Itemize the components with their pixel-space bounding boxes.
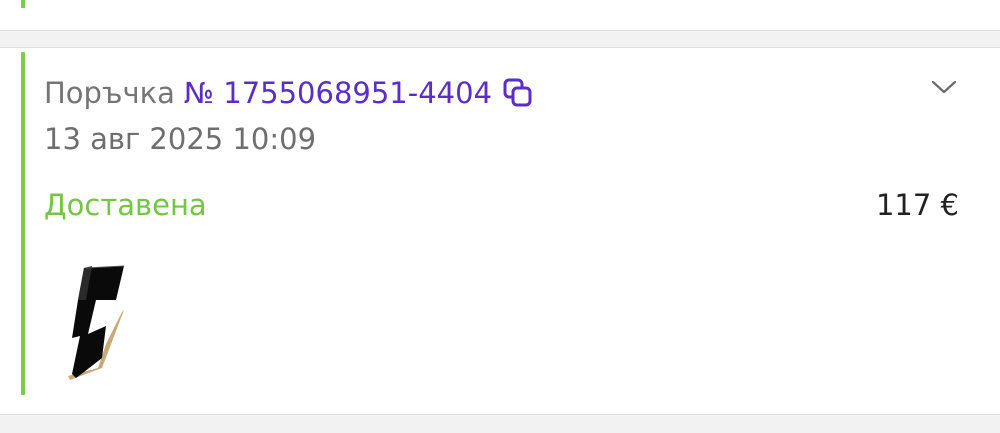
order-total: 117 € bbox=[875, 188, 959, 222]
previous-order-card[interactable] bbox=[0, 0, 1000, 31]
order-header: Поръчка № 1755068951-4404 bbox=[44, 74, 534, 112]
order-number: № 1755068951-4404 bbox=[183, 76, 493, 110]
order-card[interactable]: Поръчка № 1755068951-4404 13 авг 2025 10… bbox=[0, 47, 1000, 415]
status-badge: Доставена bbox=[44, 188, 207, 222]
orders-page: Поръчка № 1755068951-4404 13 авг 2025 10… bbox=[0, 0, 1000, 433]
status-accent-bar bbox=[21, 52, 25, 395]
chevron-down-icon[interactable] bbox=[929, 76, 959, 98]
product-thumbnail[interactable] bbox=[62, 260, 134, 380]
copy-icon[interactable] bbox=[502, 77, 534, 109]
order-date: 13 авг 2025 10:09 bbox=[44, 122, 317, 156]
order-label: Поръчка bbox=[44, 76, 175, 110]
status-accent-bar bbox=[21, 0, 25, 8]
